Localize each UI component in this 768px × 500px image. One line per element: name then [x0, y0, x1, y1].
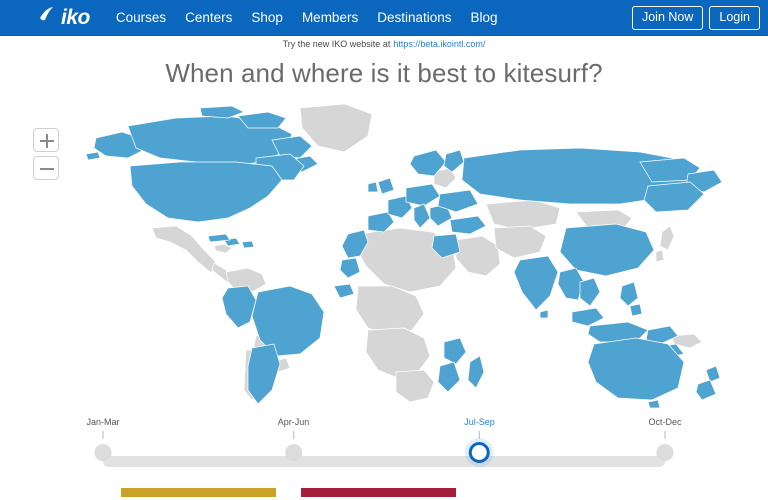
- kite-swoosh-icon: [38, 4, 60, 31]
- season-label-jul-sep: Jul-Sep: [464, 417, 495, 427]
- bottom-color-bars: [0, 488, 768, 500]
- season-stop-jan-mar[interactable]: Jan-Mar: [86, 417, 120, 461]
- join-now-button[interactable]: Join Now: [631, 6, 704, 30]
- season-handle-jan-mar[interactable]: [94, 444, 112, 461]
- season-slider[interactable]: Jan-Mar Apr-Jun Jul-Sep Oct-Dec: [0, 418, 768, 478]
- site-header: iko Courses Centers Shop Members Destina…: [0, 0, 768, 36]
- login-button[interactable]: Login: [709, 6, 760, 30]
- page-title: When and where is it best to kitesurf?: [165, 58, 603, 88]
- beta-site-banner: Try the new IKO website at https://beta.…: [0, 36, 768, 52]
- season-tick-icon: [664, 431, 666, 439]
- crimson-bar: [301, 488, 456, 497]
- world-map[interactable]: [0, 100, 768, 410]
- season-handle-oct-dec[interactable]: [656, 444, 674, 461]
- header-actions: Join Now Login: [631, 0, 760, 36]
- logo-text: iko: [61, 6, 90, 29]
- nav-item-destinations[interactable]: Destinations: [377, 10, 451, 25]
- season-handle-apr-jun[interactable]: [285, 444, 303, 461]
- iko-logo[interactable]: iko: [38, 6, 90, 30]
- map-zoom-out-button[interactable]: [33, 156, 59, 180]
- map-zoom-controls: [33, 128, 59, 180]
- main-nav: Courses Centers Shop Members Destination…: [116, 10, 498, 25]
- nav-item-members[interactable]: Members: [302, 10, 358, 25]
- season-handle-jul-sep[interactable]: [469, 442, 491, 463]
- season-stop-apr-jun[interactable]: Apr-Jun: [277, 417, 310, 461]
- season-slider-track[interactable]: [103, 456, 665, 467]
- season-label-apr-jun: Apr-Jun: [277, 417, 310, 427]
- season-stop-jul-sep[interactable]: Jul-Sep: [464, 418, 495, 463]
- season-label-jan-mar: Jan-Mar: [86, 417, 120, 427]
- map-zoom-in-button[interactable]: [33, 128, 59, 152]
- nav-item-courses[interactable]: Courses: [116, 10, 166, 25]
- season-label-oct-dec: Oct-Dec: [648, 417, 682, 427]
- season-tick-icon: [293, 431, 295, 439]
- season-stop-oct-dec[interactable]: Oct-Dec: [648, 417, 682, 461]
- nav-item-shop[interactable]: Shop: [251, 10, 283, 25]
- season-slider-inner: Jan-Mar Apr-Jun Jul-Sep Oct-Dec: [86, 417, 682, 478]
- season-tick-icon: [102, 431, 104, 439]
- nav-item-blog[interactable]: Blog: [471, 10, 498, 25]
- beta-banner-text: Try the new IKO website at: [282, 39, 391, 49]
- season-tick-icon: [479, 431, 481, 439]
- nav-item-centers[interactable]: Centers: [185, 10, 232, 25]
- beta-site-link[interactable]: https://beta.ikointl.com/: [393, 39, 485, 49]
- page-root: iko Courses Centers Shop Members Destina…: [0, 0, 768, 500]
- gold-bar: [121, 488, 276, 497]
- world-map-svg[interactable]: [0, 100, 768, 410]
